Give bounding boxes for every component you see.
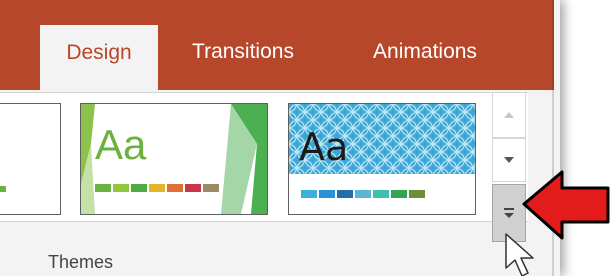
theme-swatch [355,190,371,198]
tab-transitions[interactable]: Transitions [178,22,308,90]
theme-swatch [149,184,165,192]
tab-animations[interactable]: Animations [355,22,495,90]
theme-swatch-row [95,184,219,192]
theme-swatch [131,184,147,192]
chevron-down-icon [504,157,514,163]
theme-swatch [409,190,425,198]
themes-gallery: Aa Aa [0,92,528,222]
theme-swatch [301,190,317,198]
theme-swatch [185,184,201,192]
theme-thumbnail-facet[interactable]: Aa [80,103,268,215]
theme-thumbnail-ion[interactable]: Aa [288,103,476,215]
theme-preview-text: Aa [299,125,349,169]
theme-swatch-row [301,190,425,198]
theme-preview-text: Aa [95,121,147,168]
more-dropdown-icon [504,208,514,218]
chevron-up-icon [504,112,514,118]
theme-swatch [167,184,183,192]
theme-swatch [95,184,111,192]
red-arrow-icon [522,170,610,240]
theme-swatch [319,190,335,198]
theme-swatch [203,184,219,192]
gallery-scroll-up-button[interactable] [492,92,526,138]
theme-thumbnail-office[interactable] [0,103,61,215]
themes-group-label: Themes [48,252,114,272]
theme-swatch [391,190,407,198]
theme-swatch [113,184,129,192]
theme-swatch [373,190,389,198]
powerpoint-ribbon-screenshot: Design Transitions Animations Aa Aa Them… [0,0,613,276]
theme-swatch [0,186,6,192]
ribbon-tab-bar: Design Transitions Animations [0,0,554,91]
theme-swatch [337,190,353,198]
tab-design[interactable]: Design [40,25,158,91]
